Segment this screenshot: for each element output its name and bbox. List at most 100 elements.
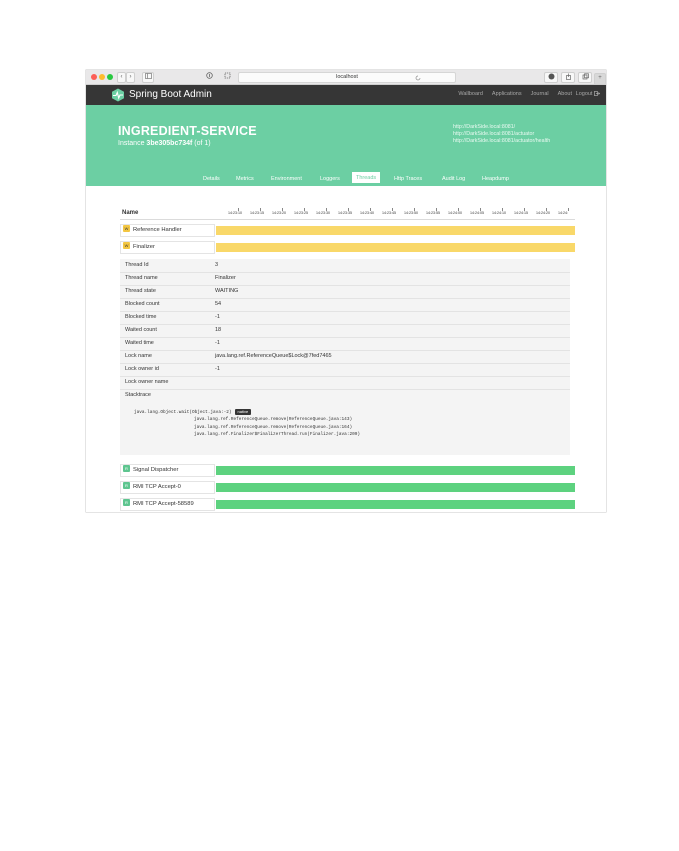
threads-panel: Name 14:23:10 14:23:15 14:23:20 14:23:25… [86,186,606,512]
runnable-state-badge: R [123,498,130,506]
time-tick: 14:24:00 [448,211,462,215]
detail-value: -1 [215,340,220,346]
tabs-overview-button[interactable] [578,72,592,83]
detail-key: Lock owner name [125,379,169,385]
nav-link-wallboard[interactable]: Wallboard [458,91,483,97]
detail-key: Blocked count [125,301,160,307]
thread-row-rmi-tcp-accept-58589[interactable]: R RMI TCP Accept-58589 [120,498,215,511]
instance-info: Instance 3be305bc734f (of 1) [118,140,211,147]
thread-row-finalizer[interactable]: W Finalizer [120,241,215,254]
sign-out-icon [594,91,601,96]
waiting-state-badge: W [123,241,130,249]
spring-boot-admin-logo [112,88,124,102]
sidebar-button[interactable] [142,72,154,83]
reload-icon[interactable] [415,75,421,81]
tab-loggers[interactable]: Loggers [320,176,340,182]
thread-row-signal-dispatcher[interactable]: R Signal Dispatcher [120,464,215,477]
time-tick: 14:24:15 [514,211,528,215]
thread-name: Signal Dispatcher [133,467,179,473]
time-tick: 14:24:05 [470,211,484,215]
new-tab-button[interactable]: + [594,73,606,85]
detail-key: Waited time [125,340,154,346]
downloads-button[interactable] [544,72,558,83]
nav-link-applications[interactable]: Applications [492,91,522,97]
thread-row-rmi-tcp-accept-0[interactable]: R RMI TCP Accept-0 [120,481,215,494]
nav-link-journal[interactable]: Journal [531,91,549,97]
thread-timeline-bar[interactable] [216,226,575,235]
brand-title[interactable]: Spring Boot Admin [129,89,212,101]
tab-metrics[interactable]: Metrics [236,176,254,182]
stacktrace: java.lang.Object.wait(Object.java:-2) nat… [134,409,360,438]
tab-http-traces[interactable]: Http Traces [394,176,422,182]
tab-threads[interactable]: Threads [352,172,381,183]
detail-row: Thread Id 3 [120,259,570,273]
time-tick: 14:23:25 [294,211,308,215]
address-bar[interactable]: localhost [238,72,456,83]
service-url-link[interactable]: http://DarkSide.local:8081/ [453,124,550,131]
nav-link-about[interactable]: About [558,91,572,97]
tab-heapdump[interactable]: Heapdump [482,176,509,182]
share-icon [565,73,571,80]
share-button[interactable] [561,72,575,83]
detail-value: 3 [215,262,219,268]
thread-name: Finalizer [133,244,155,250]
detail-key: Waited count [125,327,157,333]
time-tick: 14:23:10 [228,211,242,215]
detail-key: Thread state [125,288,156,294]
health-url-link[interactable]: http://DarkSide.local:8081/actuator/heal… [453,138,550,145]
time-tick: 14:23:40 [360,211,374,215]
runnable-state-badge: R [123,481,130,489]
thread-timeline-bar[interactable] [216,243,575,252]
extensions-button[interactable] [222,72,232,81]
waiting-state-badge: W [123,224,130,232]
time-tick: 14:23:50 [404,211,418,215]
browser-toolbar: ‹ › localhost + [86,70,606,85]
navbar: Spring Boot Admin Wallboard Applications… [86,85,606,105]
detail-row: Blocked count 54 [120,298,570,312]
browser-window: ‹ › localhost + Spring Boot Admin Wallbo… [86,70,606,512]
time-tick: 14:23:35 [338,211,352,215]
close-window-button[interactable] [91,74,97,80]
privacy-button[interactable] [204,72,214,81]
instance-count: (of 1) [194,140,211,147]
instance-tabs: Details Metrics Environment Loggers Thre… [86,172,606,186]
zoom-window-button[interactable] [107,74,113,80]
detail-row: Waited count 18 [120,324,570,338]
time-tick: 14:24: [558,211,568,215]
back-button[interactable]: ‹ [117,72,126,83]
minimize-window-button[interactable] [99,74,105,80]
tab-audit-log[interactable]: Audit Log [442,176,465,182]
stack-frame: java.lang.ref.ReferenceQueue.remove(Refe… [194,424,353,430]
stack-frame: java.lang.Object.wait(Object.java:-2) nat… [134,409,360,416]
application-name: INGREDIENT-SERVICE [118,124,257,138]
detail-value: -1 [215,314,220,320]
tab-details[interactable]: Details [203,176,220,182]
detail-row: Lock name java.lang.ref.ReferenceQueue$Lo… [120,350,570,364]
forward-icon: › [129,74,132,80]
download-icon [548,73,554,80]
detail-row: Waited time -1 [120,337,570,351]
runnable-state-badge: R [123,464,130,472]
instance-prefix: Instance [118,140,145,147]
timeline-axis: 14:23:10 14:23:15 14:23:20 14:23:25 14:2… [228,205,575,217]
detail-value: -1 [215,366,220,372]
thread-name: Reference Handler [133,227,182,233]
forward-button[interactable]: › [126,72,135,83]
instance-urls: http://DarkSide.local:8081/ http://DarkS… [453,124,550,145]
thread-name: RMI TCP Accept-58589 [133,501,194,507]
detail-value: 54 [215,301,222,307]
thread-timeline-bar[interactable] [216,483,575,492]
thread-timeline-bar[interactable] [216,466,575,475]
thread-row-reference-handler[interactable]: W Reference Handler [120,224,215,237]
tab-environment[interactable]: Environment [271,176,302,182]
back-icon: ‹ [120,74,123,80]
detail-value: WAITING [215,288,239,294]
detail-key: Lock owner id [125,366,159,372]
instance-id: 3be305bc734f [146,140,193,147]
thread-timeline-bar[interactable] [216,500,575,509]
tabs-icon [582,73,589,80]
management-url-link[interactable]: http://DarkSide.local:8081/actuator [453,131,550,138]
logout-button[interactable]: Logout [576,91,601,97]
detail-value: java.lang.ref.ReferenceQueue$Lock@7fed74… [215,353,332,359]
detail-row: Thread state WAITING [120,285,570,299]
